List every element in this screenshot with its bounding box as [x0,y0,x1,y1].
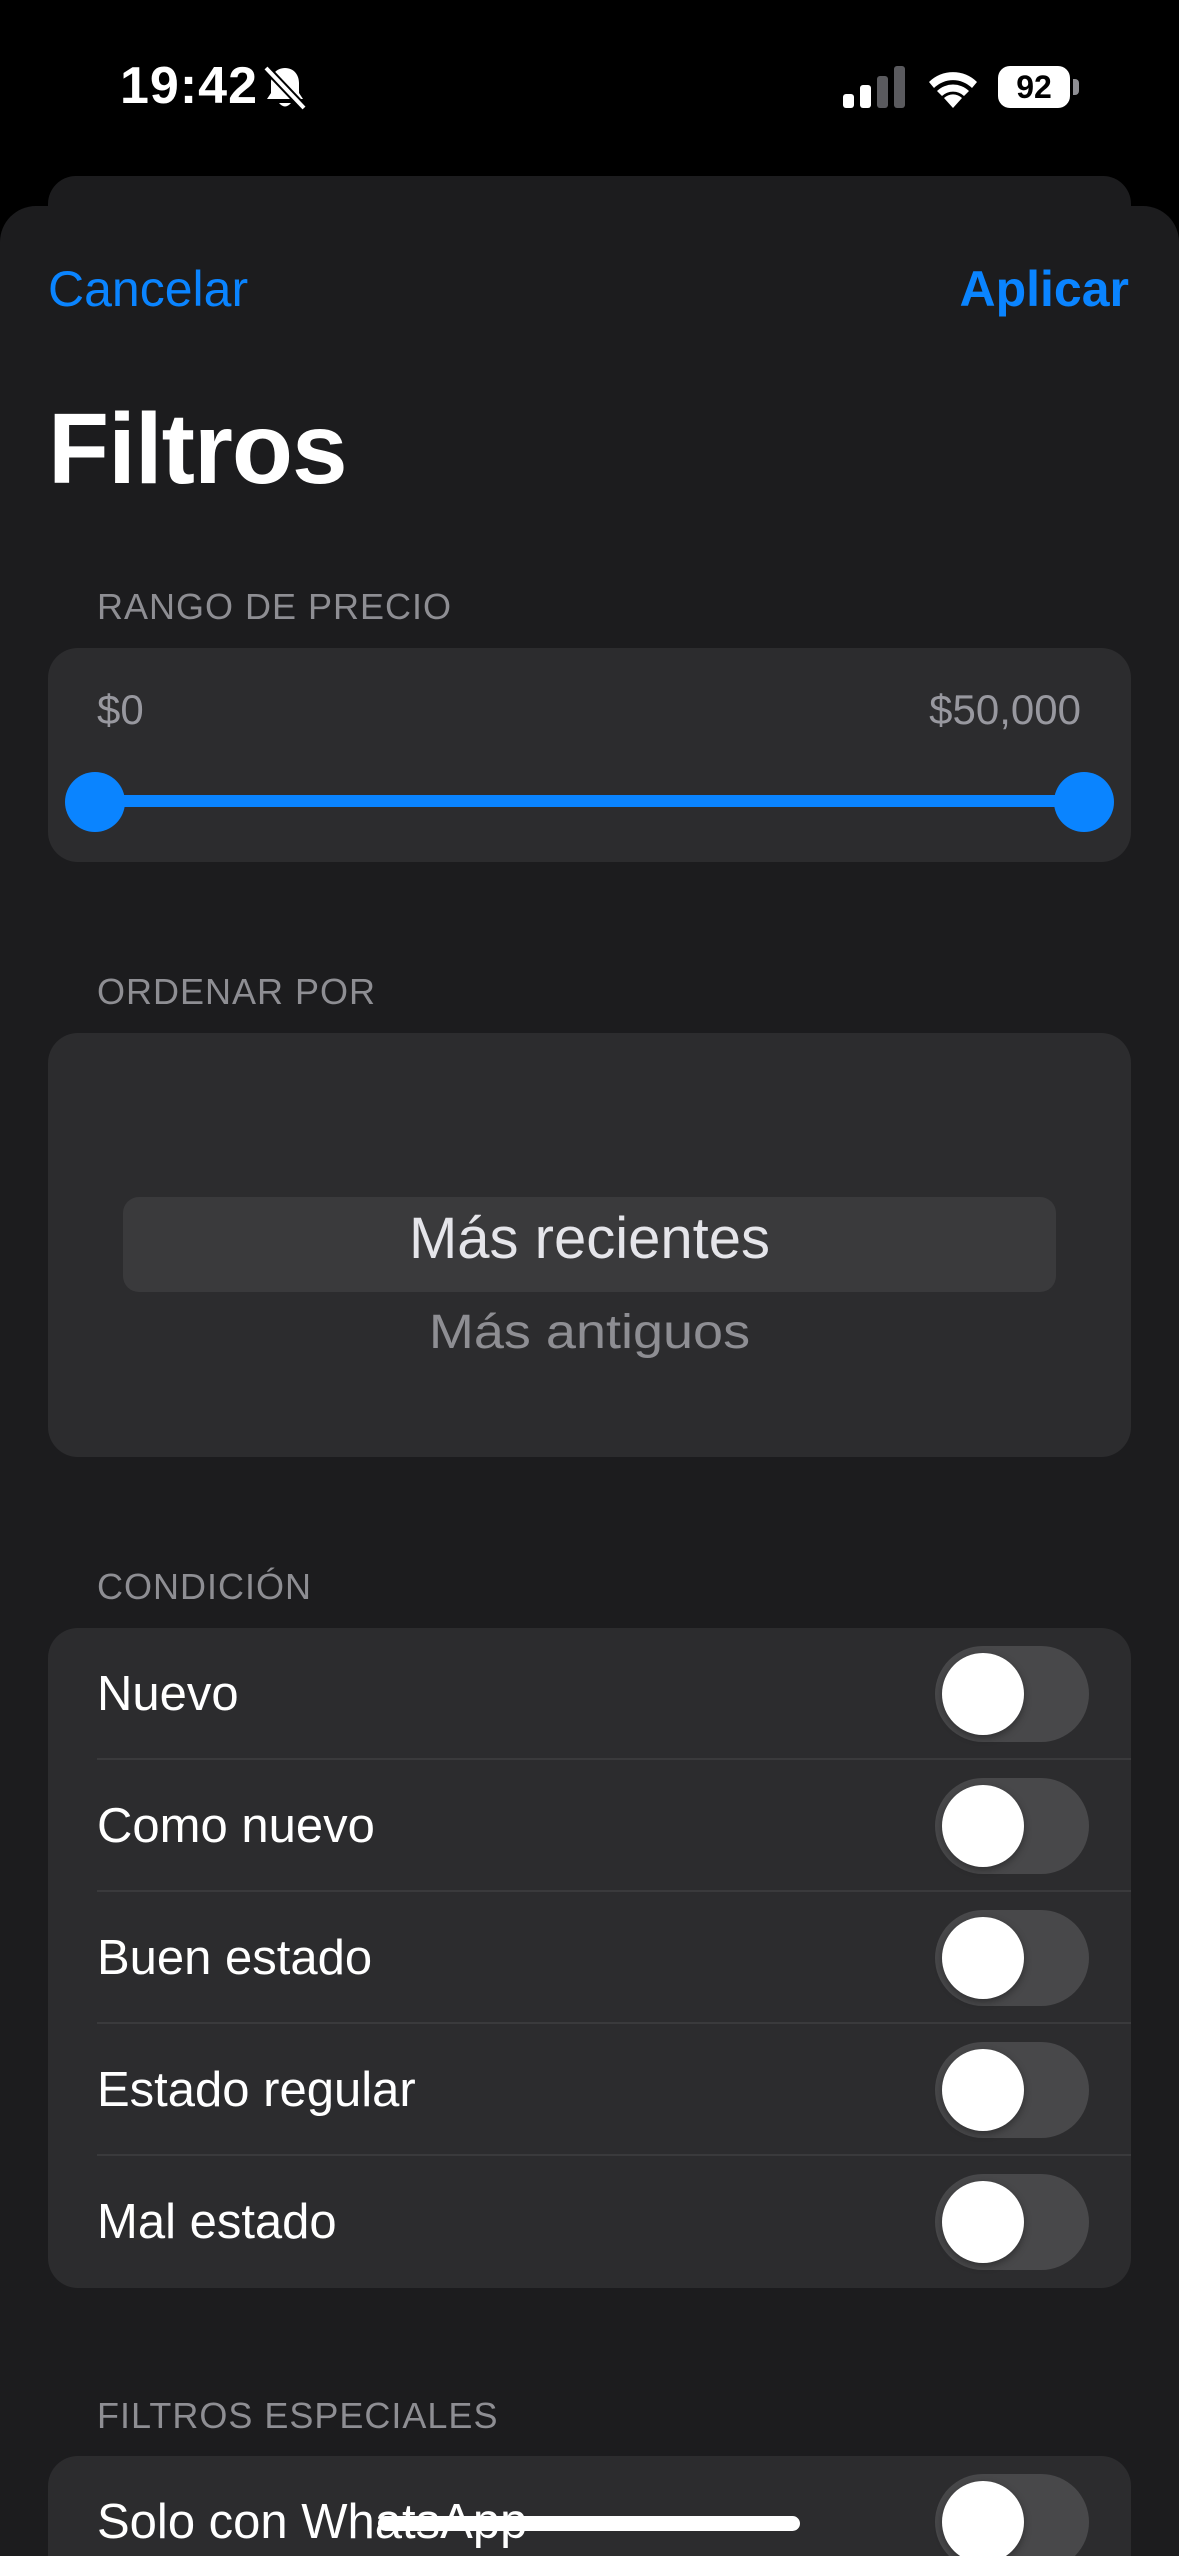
condition-row-como-nuevo[interactable]: Como nuevo [48,1760,1131,1892]
cancel-button[interactable]: Cancelar [48,260,248,318]
battery-level: 92 [1016,69,1052,105]
cellular-signal-icon [843,66,905,108]
home-indicator [378,2516,800,2531]
bell-slash-icon [263,65,307,111]
status-bar: 19:42 92 [0,0,1179,175]
toggle-switch[interactable] [935,1910,1089,2006]
toggle-switch[interactable] [935,1778,1089,1874]
row-label: Mal estado [97,2195,337,2249]
special-filters-list: Solo con WhatsApp [48,2456,1131,2556]
toggle-switch[interactable] [935,2042,1089,2138]
row-label: Como nuevo [97,1799,375,1853]
price-slider-min-thumb[interactable] [65,772,125,832]
condition-row-estado-regular[interactable]: Estado regular [48,2024,1131,2156]
battery-icon: 92 [998,66,1079,108]
status-time: 19:42 [120,57,258,115]
price-max-label: $50,000 [929,686,1081,733]
condition-row-buen-estado[interactable]: Buen estado [48,1892,1131,2024]
toggle-switch[interactable] [935,2474,1089,2556]
filters-screen: 19:42 92 Cancelar Aplicar Filtros RANGO … [0,0,1179,2556]
condition-list: Nuevo Como nuevo Buen estado Estado regu… [48,1628,1131,2288]
price-range-header: RANGO DE PRECIO [97,586,453,627]
page-title: Filtros [48,393,348,505]
row-label: Buen estado [97,1931,373,1985]
picker-option-next[interactable]: Más antiguos [48,1304,1131,1360]
price-range-card: $0 $50,000 [48,648,1131,862]
sort-picker[interactable]: Más recientes Más antiguos [48,1033,1131,1457]
row-label: Nuevo [97,1667,239,1721]
condition-row-mal-estado[interactable]: Mal estado [48,2156,1131,2288]
price-slider-max-thumb[interactable] [1054,772,1114,832]
condition-header: CONDICIÓN [97,1566,312,1607]
toggle-switch[interactable] [935,2174,1089,2270]
toggle-switch[interactable] [935,1646,1089,1742]
special-row-whatsapp[interactable]: Solo con WhatsApp [48,2456,1131,2556]
row-label: Estado regular [97,2063,416,2117]
apply-button[interactable]: Aplicar [959,260,1129,318]
wifi-icon [929,72,977,108]
sort-header: ORDENAR POR [97,971,377,1012]
condition-row-nuevo[interactable]: Nuevo [48,1628,1131,1760]
price-slider-track[interactable] [96,795,1083,807]
picker-option-selected[interactable]: Más recientes [48,1205,1131,1272]
price-min-label: $0 [97,686,144,733]
special-filters-header: FILTROS ESPECIALES [97,2395,499,2436]
